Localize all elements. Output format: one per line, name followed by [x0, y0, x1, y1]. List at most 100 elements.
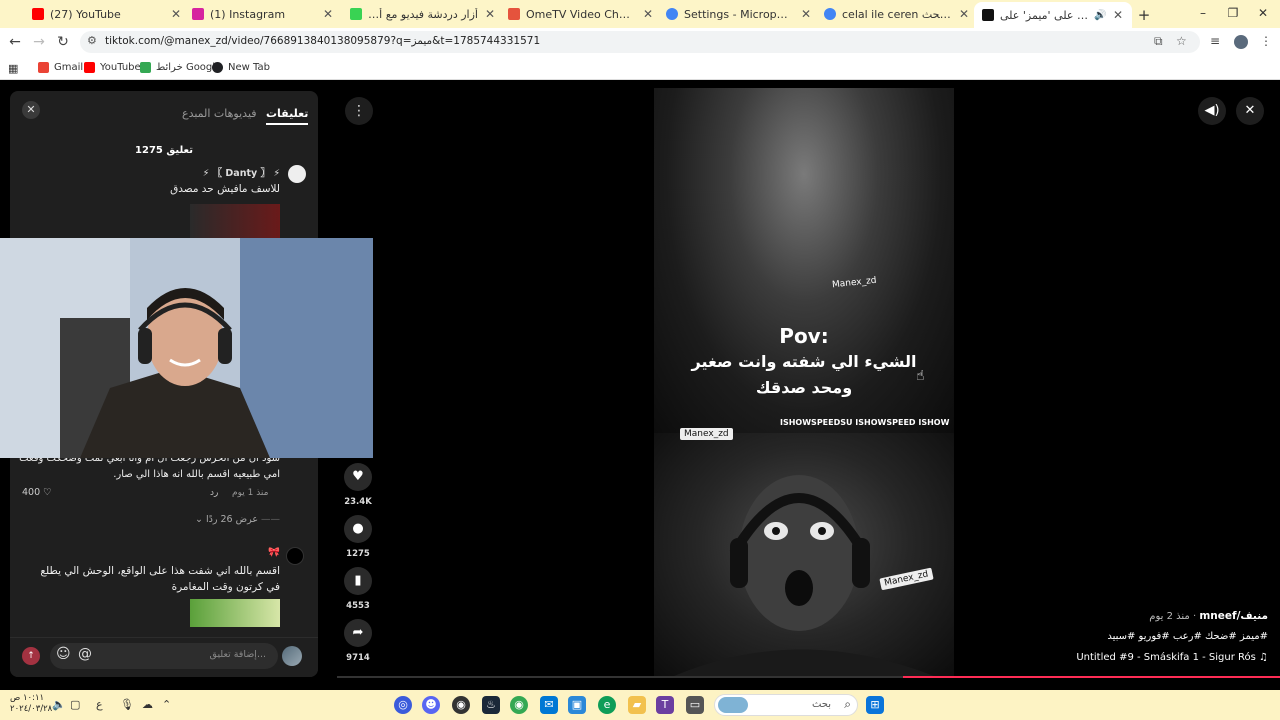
music-credit[interactable]: Untitled #9 - Smáskifa 1 - Sigur Rós ♫ — [1076, 652, 1268, 663]
comment-like-button[interactable]: 400 ♡ — [22, 487, 52, 498]
media-controls-icon[interactable]: ≡ — [1210, 34, 1220, 48]
microphone-icon[interactable]: 🎙 — [120, 698, 134, 711]
file-explorer-icon[interactable]: ▰ — [628, 696, 646, 714]
close-panel-button[interactable]: ✕ — [22, 101, 40, 119]
video-progress-bar[interactable] — [337, 676, 1280, 678]
windows-taskbar: ١٠:١١ ص ٢٠٢٤/٠٣/٢٨ 🔈 ▢ ع 🎙 ☁ ⌃ ◎ ☻ ◉ ♨ ◉… — [0, 690, 1280, 720]
more-options-button[interactable]: ⋮ — [345, 97, 373, 125]
like-button[interactable]: ♥ 23.4K — [343, 463, 373, 507]
ometv-icon — [508, 8, 520, 20]
tab-close-icon[interactable]: ✕ — [642, 7, 654, 21]
tab-ometv[interactable]: OmeTV Video Chat — Omegle ✕ — [508, 4, 654, 24]
webcam-person-image — [0, 238, 373, 458]
comment-text: اقسم بالله اني شفت هذا على الواقع، الوحش… — [40, 565, 280, 593]
new-tab-button[interactable]: + — [1136, 6, 1152, 24]
tab-tiktok[interactable]: اعثر على 'ميمز' على TikTok 🔊 ✕ — [974, 2, 1132, 28]
volume-icon[interactable]: 🔈 — [52, 698, 66, 711]
tab-creator-videos[interactable]: فيديوهات المبدع — [182, 107, 257, 120]
comment-button[interactable]: ● 1275 — [343, 515, 373, 559]
bookmark-youtube[interactable]: YouTube — [84, 62, 141, 73]
bookmark-star-icon[interactable]: ☆ — [1176, 34, 1187, 48]
teams-icon[interactable]: T — [656, 696, 674, 714]
reply-button[interactable]: رد — [210, 488, 218, 498]
video-player[interactable]: Manex_zd Pov: الشيء الي شفته وانت صغير و… — [654, 88, 954, 676]
video-pov-text: Pov: — [779, 324, 829, 348]
back-button[interactable]: ← — [7, 34, 23, 50]
discord-icon[interactable]: ☻ — [422, 696, 440, 714]
youtube-icon — [32, 8, 44, 20]
volume-button[interactable]: ◀) — [1198, 97, 1226, 125]
bookmark-google-maps[interactable]: خرائط Google — [140, 62, 221, 73]
tab-close-icon[interactable]: ✕ — [484, 7, 496, 21]
video-author-line: منيف/mneef · منذ 2 يوم — [1149, 610, 1268, 622]
network-icon[interactable]: ▢ — [70, 698, 80, 711]
emoji-icon[interactable]: ☺ — [56, 646, 71, 662]
close-video-button[interactable]: ✕ — [1236, 97, 1264, 125]
apps-grid-icon[interactable]: ▦ — [8, 62, 18, 75]
reload-button[interactable]: ↻ — [55, 34, 71, 50]
mail-icon[interactable]: ✉ — [540, 696, 558, 714]
tab-video-chat[interactable]: أزار دردشة فيديو مع أشخاص جدد ✕ — [350, 4, 496, 24]
clock[interactable]: ١٠:١١ ص ٢٠٢٤/٠٣/٢٨ — [10, 693, 52, 715]
profile-avatar[interactable] — [1234, 35, 1248, 49]
youtube-icon — [84, 62, 95, 73]
tab-comments[interactable]: تعليقات — [266, 107, 309, 125]
tab-instagram[interactable]: (1) Instagram ✕ — [192, 4, 334, 24]
share-button[interactable]: ➦ 9714 — [343, 619, 373, 663]
tab-google-search[interactable]: celal ile ceren مترجم - بحث Goo ✕ — [824, 4, 970, 24]
minimize-button[interactable]: – — [1196, 6, 1210, 20]
tab-close-icon[interactable]: ✕ — [1112, 8, 1124, 22]
video-caption-line2: ومحد صدقك — [755, 378, 853, 397]
tab-close-icon[interactable]: ✕ — [800, 7, 812, 21]
taskbar-search[interactable]: بحث ⌕ — [714, 694, 858, 716]
task-view-icon[interactable]: ▭ — [686, 696, 704, 714]
avatar[interactable] — [282, 646, 302, 666]
steam-icon[interactable]: ♨ — [482, 696, 500, 714]
video-caption-line1: الشيء الي شفته وانت صغير — [691, 352, 917, 371]
search-icon: ⌕ — [844, 697, 851, 711]
comment-time: منذ 1 يوم — [232, 488, 269, 498]
restore-button[interactable]: ❐ — [1226, 6, 1240, 20]
author-name[interactable]: منيف/mneef — [1199, 610, 1268, 622]
avatar[interactable] — [286, 547, 304, 565]
tab-youtube[interactable]: (27) YouTube ✕ — [32, 4, 182, 24]
save-button[interactable]: ▮ 4553 — [343, 567, 373, 611]
chrome-icon[interactable]: ◉ — [510, 696, 528, 714]
bookmark-gmail[interactable]: Gmail — [38, 62, 83, 73]
tab-close-icon[interactable]: ✕ — [170, 7, 182, 21]
video-hashtags[interactable]: #ميمز #ضحك #رعب #فوريو #سبيد — [1107, 631, 1268, 642]
view-replies-button[interactable]: ⌄ عرض 26 ردًا —— — [195, 514, 280, 525]
close-window-button[interactable]: ✕ — [1256, 6, 1270, 20]
install-app-icon[interactable]: ⧉ — [1154, 34, 1163, 49]
mention-icon[interactable]: @ — [78, 646, 92, 662]
edge-icon[interactable]: e — [598, 696, 616, 714]
obs-icon[interactable]: ◉ — [452, 696, 470, 714]
site-info-icon[interactable]: ⚙ — [87, 34, 97, 47]
google-icon — [824, 8, 836, 20]
omnibox[interactable]: ⚙ tiktok.com/@manex_zd/video/76689138401… — [80, 31, 1200, 53]
search-highlight-icon — [718, 697, 748, 713]
forward-button[interactable]: → — [31, 34, 47, 50]
speaker-icon[interactable]: 🔊 — [1094, 10, 1106, 21]
tab-settings[interactable]: Settings - Microphone ✕ — [666, 4, 812, 24]
start-windows-icon[interactable]: ⊞ — [866, 696, 884, 714]
input-language[interactable]: ع — [96, 698, 103, 711]
store-icon[interactable]: ▣ — [568, 696, 586, 714]
bookmark-new-tab[interactable]: New Tab — [212, 62, 270, 73]
bookmark-icon: ▮ — [344, 567, 372, 595]
globe-icon — [212, 62, 223, 73]
comment-username[interactable]: 🎀 — [268, 547, 280, 558]
chevron-up-icon[interactable]: ⌃ — [162, 698, 171, 711]
onedrive-icon[interactable]: ☁ — [142, 698, 153, 711]
tab-close-icon[interactable]: ✕ — [322, 7, 334, 21]
avatar[interactable] — [288, 165, 306, 183]
send-button[interactable]: ↑ — [22, 647, 40, 665]
comment-username[interactable]: ⚡ 〖 Danty 〗 ⚡ — [203, 165, 280, 179]
comment-input[interactable]: ☺ @ إضافة تعليق... — [50, 643, 278, 669]
comment-image[interactable] — [190, 599, 280, 627]
app-icon[interactable]: ◎ — [394, 696, 412, 714]
instagram-icon — [192, 8, 204, 20]
tab-close-icon[interactable]: ✕ — [958, 7, 970, 21]
menu-dots-icon[interactable]: ⋮ — [1260, 34, 1272, 48]
address-bar-row: ← → ↻ ⚙ tiktok.com/@manex_zd/video/76689… — [0, 28, 1280, 56]
